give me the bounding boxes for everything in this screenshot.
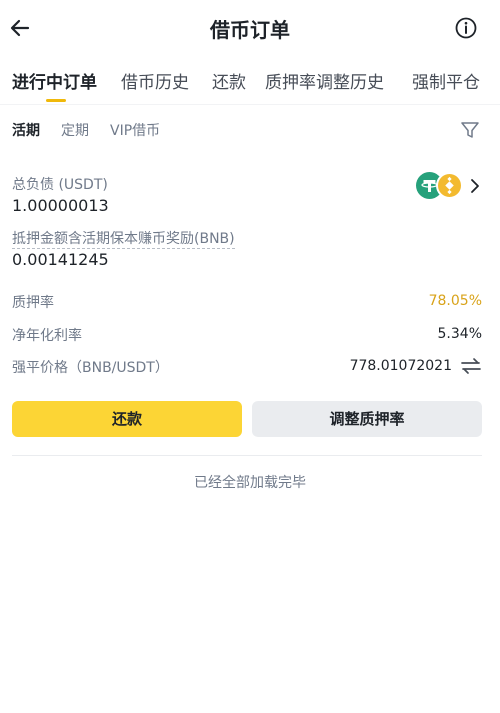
info-icon[interactable] xyxy=(454,16,478,40)
all-loaded-text: 已经全部加载完毕 xyxy=(194,475,306,491)
liquidation-price-value: 778.01072021 xyxy=(349,358,452,374)
subtab-vip-loan[interactable]: VIP借币 xyxy=(110,120,160,140)
collateral-amount-label: 抵押金额含活期保本赚币奖励(BNB) xyxy=(12,228,235,249)
adjust-ltv-button[interactable]: 调整质押率 xyxy=(252,401,482,437)
loan-type-tabs: 活期 定期 VIP借币 xyxy=(0,116,500,146)
total-debt-value: 1.00000013 xyxy=(12,196,109,215)
subtab-flexible[interactable]: 活期 xyxy=(12,120,40,140)
tab-repayment[interactable]: 还款 xyxy=(212,68,246,93)
tab-ltv-adjust-history[interactable]: 质押率调整历史 xyxy=(265,68,384,93)
ltv-value: 78.05% xyxy=(428,293,482,309)
list-divider xyxy=(12,455,482,456)
tab-borrow-history[interactable]: 借币历史 xyxy=(121,68,189,93)
bnb-coin-icon xyxy=(436,172,463,199)
liquidation-price-label: 强平价格（BNB/USDT） xyxy=(12,360,169,376)
swap-arrows-icon[interactable] xyxy=(460,357,482,375)
repay-button[interactable]: 还款 xyxy=(12,401,242,437)
net-apr-label: 净年化利率 xyxy=(12,328,82,344)
active-tab-indicator xyxy=(46,99,66,102)
filter-icon[interactable] xyxy=(460,120,480,140)
tab-active-orders[interactable]: 进行中订单 xyxy=(12,68,97,93)
chevron-right-icon xyxy=(471,179,479,193)
coin-pair[interactable] xyxy=(416,172,482,200)
collateral-amount-value: 0.00141245 xyxy=(12,250,109,269)
collateral-amount-label-text[interactable]: 抵押金额含活期保本赚币奖励(BNB) xyxy=(12,231,235,249)
order-tabs: 进行中订单 借币历史 还款 质押率调整历史 强制平仓 xyxy=(0,62,500,104)
tabs-divider xyxy=(0,104,500,105)
page-title: 借币订单 xyxy=(210,18,290,42)
header-bar: 借币订单 xyxy=(0,0,500,56)
tab-liquidation[interactable]: 强制平仓 xyxy=(412,68,480,93)
total-debt-label: 总负债 (USDT) xyxy=(12,177,108,193)
net-apr-value: 5.34% xyxy=(437,326,482,342)
subtab-fixed[interactable]: 定期 xyxy=(61,120,89,140)
ltv-label: 质押率 xyxy=(12,295,54,311)
